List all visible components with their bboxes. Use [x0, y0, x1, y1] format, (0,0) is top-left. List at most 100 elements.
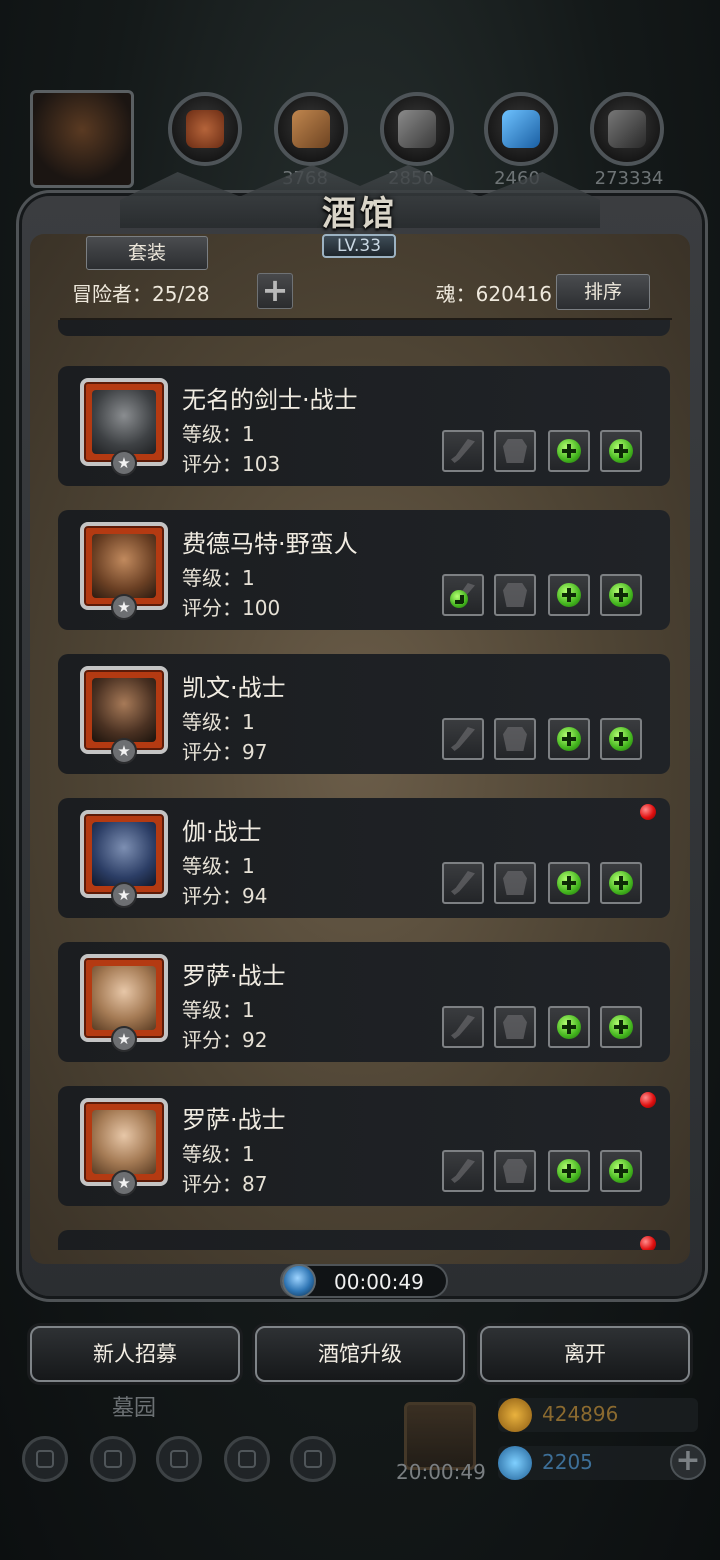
- hero-portrait[interactable]: ★: [80, 666, 168, 764]
- accessory-slot[interactable]: [600, 574, 642, 616]
- armor-slot[interactable]: [494, 862, 536, 904]
- gold-icon: [498, 1398, 532, 1432]
- green-plus-icon: [609, 1015, 633, 1039]
- settings-icon[interactable]: [22, 1436, 68, 1482]
- accessory-slot[interactable]: [548, 430, 590, 472]
- armor-icon: [503, 439, 527, 463]
- hero-level: 等级：1: [182, 854, 255, 878]
- gem-count: 2205: [542, 1450, 593, 1474]
- bag-icon[interactable]: [290, 1436, 336, 1482]
- accessory-slot[interactable]: [548, 1150, 590, 1192]
- achievement-icon[interactable]: [90, 1436, 136, 1482]
- hero-list[interactable]: ★ 无名的剑士·战士 等级：1 评分：103 ★ 费德马特·野蛮人 等级：1 评…: [40, 320, 680, 1250]
- add-currency-button[interactable]: +: [670, 1444, 706, 1480]
- player-avatar[interactable]: [30, 90, 134, 188]
- star-rank-icon: ★: [111, 738, 137, 764]
- star-rank-icon: ★: [111, 882, 137, 908]
- sort-button[interactable]: 排序: [556, 274, 650, 310]
- adventurer-count: 冒险者：25/28: [72, 282, 210, 306]
- hero-portrait[interactable]: ★: [80, 954, 168, 1052]
- gem-icon: [498, 1446, 532, 1480]
- green-plus-icon: [557, 1015, 581, 1039]
- hero-card[interactable]: ★ 罗萨·战士 等级：1 评分：92: [58, 942, 670, 1062]
- hero-card[interactable]: ★ 伽·战士 等级：1 评分：94: [58, 798, 670, 918]
- add-slot-button[interactable]: +: [257, 273, 293, 309]
- sword-icon: [451, 871, 475, 895]
- hero-portrait[interactable]: ★: [80, 810, 168, 908]
- sword-icon: [451, 1015, 475, 1039]
- clock-icon: [282, 1264, 316, 1298]
- iron-resource-icon: [590, 92, 664, 166]
- knight-helmet-icon: [92, 390, 156, 454]
- hero-level: 等级：1: [182, 566, 255, 590]
- warrior-face-icon: [92, 822, 156, 886]
- tavern-level-badge: LV.33: [322, 234, 396, 258]
- timer-text: 00:00:49: [334, 1270, 424, 1294]
- weapon-slot[interactable]: [442, 1150, 484, 1192]
- green-plus-icon: [609, 583, 633, 607]
- accessory-slot[interactable]: [600, 1006, 642, 1048]
- green-plus-icon: [609, 1159, 633, 1183]
- quest-icon[interactable]: [156, 1436, 202, 1482]
- star-rank-icon: ★: [111, 1170, 137, 1196]
- accessory-slot[interactable]: [548, 718, 590, 760]
- weapon-slot[interactable]: [442, 574, 484, 616]
- warrior-face-icon: [92, 678, 156, 742]
- hero-card-partial[interactable]: [58, 320, 670, 336]
- hero-card[interactable]: ★ 无名的剑士·战士 等级：1 评分：103: [58, 366, 670, 486]
- new-notification-dot: [640, 1236, 656, 1250]
- accessory-slot[interactable]: [548, 862, 590, 904]
- soul-count: 魂：620416: [435, 282, 552, 306]
- hero-card[interactable]: ★ 罗萨·战士 等级：1 评分：87: [58, 1086, 670, 1206]
- outfit-button[interactable]: 套装: [86, 236, 208, 270]
- armor-slot[interactable]: [494, 1006, 536, 1048]
- refresh-timer: 00:00:49: [280, 1264, 448, 1298]
- armor-slot[interactable]: [494, 430, 536, 472]
- leave-button[interactable]: 离开: [480, 1326, 690, 1382]
- green-plus-icon: [609, 439, 633, 463]
- dialog-title: 酒馆: [322, 194, 398, 234]
- new-notification-dot: [640, 1092, 656, 1108]
- hero-score: 评分：97: [182, 740, 268, 764]
- green-plus-icon: [450, 589, 469, 608]
- recruit-button[interactable]: 新人招募: [30, 1326, 240, 1382]
- hero-card[interactable]: ★ 费德马特·野蛮人 等级：1 评分：100: [58, 510, 670, 630]
- stone-resource-icon: [380, 92, 454, 166]
- star-rank-icon: ★: [111, 450, 137, 476]
- sword-icon: [451, 727, 475, 751]
- green-plus-icon: [609, 871, 633, 895]
- hero-name: 无名的剑士·战士: [182, 386, 358, 414]
- hero-card-partial[interactable]: [58, 1230, 670, 1250]
- armor-slot[interactable]: [494, 574, 536, 616]
- sword-icon: [451, 1159, 475, 1183]
- hero-portrait[interactable]: ★: [80, 522, 168, 620]
- armor-slot[interactable]: [494, 1150, 536, 1192]
- hero-level: 等级：1: [182, 422, 255, 446]
- accessory-slot[interactable]: [548, 1006, 590, 1048]
- weapon-slot[interactable]: [442, 1006, 484, 1048]
- accessory-slot[interactable]: [600, 430, 642, 472]
- hero-portrait[interactable]: ★: [80, 1098, 168, 1196]
- accessory-slot[interactable]: [600, 862, 642, 904]
- accessory-slot[interactable]: [548, 574, 590, 616]
- hero-score: 评分：92: [182, 1028, 268, 1052]
- weapon-slot[interactable]: [442, 862, 484, 904]
- hero-portrait[interactable]: ★: [80, 378, 168, 476]
- accessory-slot[interactable]: [600, 718, 642, 760]
- hero-level: 等级：1: [182, 1142, 255, 1166]
- tavern-upgrade-button[interactable]: 酒馆升级: [255, 1326, 465, 1382]
- armor-slot[interactable]: [494, 718, 536, 760]
- green-plus-icon: [609, 727, 633, 751]
- mail-icon[interactable]: [224, 1436, 270, 1482]
- new-notification-dot: [640, 804, 656, 820]
- crystal-resource-icon: [484, 92, 558, 166]
- accessory-slot[interactable]: [600, 1150, 642, 1192]
- armor-icon: [503, 583, 527, 607]
- weapon-slot[interactable]: [442, 430, 484, 472]
- weapon-slot[interactable]: [442, 718, 484, 760]
- star-rank-icon: ★: [111, 594, 137, 620]
- hero-name: 伽·战士: [182, 818, 262, 846]
- graveyard-label: 墓园: [112, 1396, 157, 1421]
- hero-card[interactable]: ★ 凯文·战士 等级：1 评分：97: [58, 654, 670, 774]
- wood-resource-icon: [274, 92, 348, 166]
